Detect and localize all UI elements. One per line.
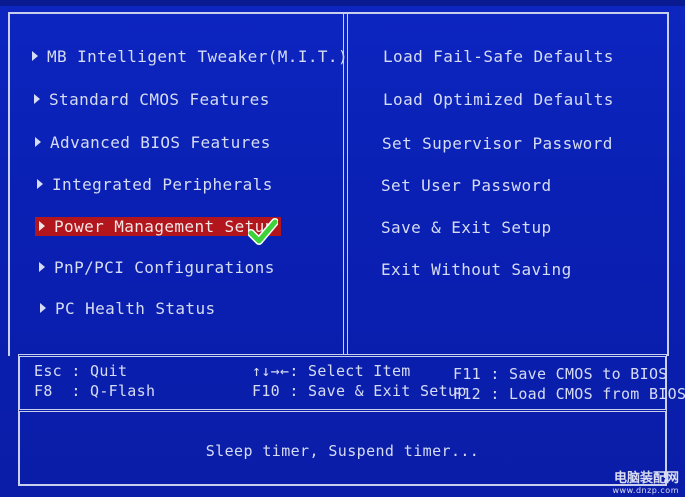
menu-item-label: Advanced BIOS Features (50, 133, 271, 152)
menu-item-set-supervisor-password[interactable]: Set Supervisor Password (382, 134, 613, 153)
site-watermark: 电脑装配网 www.dnzp.com (613, 467, 680, 495)
menu-item-label: PnP/PCI Configurations (54, 258, 275, 277)
menu-item-label: PC Health Status (55, 299, 216, 318)
watermark-site-name: 电脑装配网 (613, 471, 679, 486)
menu-item-load-fail-safe[interactable]: Load Fail-Safe Defaults (383, 47, 614, 66)
menu-item-pc-health[interactable]: PC Health Status (40, 299, 216, 318)
triangle-right-icon (37, 179, 43, 189)
checkmark-icon (248, 218, 278, 245)
triangle-right-icon (35, 137, 41, 147)
menu-item-exit-without-saving[interactable]: Exit Without Saving (381, 260, 572, 279)
triangle-right-icon (39, 221, 45, 231)
key-help-f11: F11 : Save CMOS to BIOS (453, 365, 668, 383)
menu-item-pnp-pci[interactable]: PnP/PCI Configurations (39, 258, 275, 277)
menu-item-label: Power Management Setup (54, 217, 275, 236)
menu-item-label: Integrated Peripherals (52, 175, 273, 194)
menu-item-load-optimized[interactable]: Load Optimized Defaults (383, 90, 614, 109)
triangle-right-icon (39, 262, 45, 272)
triangle-right-icon (34, 94, 40, 104)
status-message: Sleep timer, Suspend timer... (205, 442, 480, 460)
key-help-f10: F10 : Save & Exit Setup (252, 382, 467, 400)
menu-item-power-management[interactable]: Power Management Setup (35, 217, 281, 236)
menu-item-set-user-password[interactable]: Set User Password (381, 176, 552, 195)
menu-item-label: Standard CMOS Features (49, 90, 270, 109)
screen-bezel (0, 0, 685, 6)
triangle-right-icon (40, 303, 46, 313)
watermark-url: www.dnzp.com (612, 486, 679, 495)
menu-item-standard-cmos[interactable]: Standard CMOS Features (34, 90, 270, 109)
key-help-f12: F12 : Load CMOS from BIOS (453, 385, 685, 403)
key-help-esc: Esc : Quit (34, 362, 128, 380)
triangle-right-icon (32, 51, 38, 61)
menu-item-save-exit[interactable]: Save & Exit Setup (381, 218, 552, 237)
menu-item-integrated-peripherals[interactable]: Integrated Peripherals (37, 175, 273, 194)
key-help-arrows: ↑↓→←: Select Item (252, 362, 411, 380)
menu-item-mit[interactable]: MB Intelligent Tweaker(M.I.T.) (32, 47, 348, 66)
menu-item-advanced-bios[interactable]: Advanced BIOS Features (35, 133, 271, 152)
key-help-f8: F8 : Q-Flash (34, 382, 156, 400)
menu-item-label: MB Intelligent Tweaker(M.I.T.) (47, 47, 348, 66)
